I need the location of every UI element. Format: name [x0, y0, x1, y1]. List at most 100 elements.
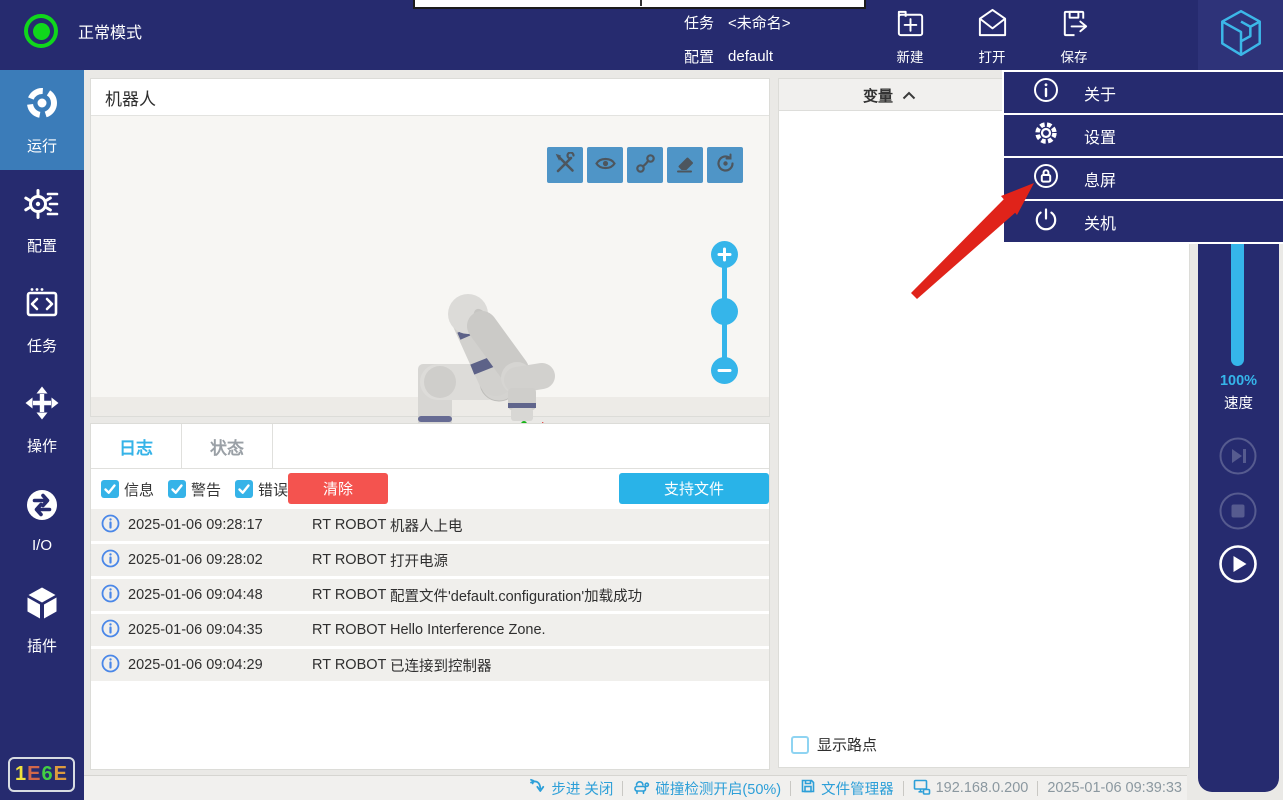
- log-entry-row[interactable]: 2025-01-06 09:04:35 RT ROBOT Hello Inter…: [91, 614, 769, 646]
- open-task-label: 打开: [979, 46, 1006, 66]
- step-mode-status[interactable]: 步进 关闭: [529, 778, 613, 799]
- checkbox-checked-icon: [235, 480, 253, 498]
- info-icon: [101, 654, 120, 677]
- log-entry-row[interactable]: 2025-01-06 09:04:48 RT ROBOT 配置文件'defaul…: [91, 579, 769, 611]
- info-circle-icon: [1032, 76, 1060, 109]
- task-value: <未命名>: [728, 12, 791, 33]
- log-time: 2025-01-06 09:28:02: [128, 552, 312, 568]
- log-time: 2025-01-06 09:28:17: [128, 517, 312, 533]
- log-entry-row[interactable]: 2025-01-06 09:04:29 RT ROBOT 已连接到控制器: [91, 649, 769, 681]
- checkbox-checked-icon: [168, 480, 186, 498]
- sidebar-item-label: 任务: [27, 335, 57, 356]
- zoom-in-button[interactable]: [711, 241, 738, 268]
- network-icon: [913, 778, 931, 799]
- view-eraser-button[interactable]: [667, 147, 703, 183]
- brand-cube-icon: [1216, 7, 1266, 64]
- sidebar-item-operate[interactable]: 操作: [0, 370, 84, 470]
- sidebar-item-task[interactable]: 任务: [0, 270, 84, 370]
- sidebar-item-label: 插件: [27, 635, 57, 656]
- view-visibility-button[interactable]: [587, 147, 623, 183]
- menu-item-shutdown[interactable]: 关机: [1004, 201, 1283, 242]
- network-status[interactable]: 192.168.0.200: [913, 778, 1029, 799]
- sidebar-item-run[interactable]: 运行: [0, 70, 84, 170]
- view-tools-button[interactable]: [547, 147, 583, 183]
- collision-detection-status[interactable]: 碰撞检测开启(50%): [632, 778, 781, 799]
- zoom-out-button[interactable]: [711, 357, 738, 384]
- log-message: Hello Interference Zone.: [390, 622, 546, 638]
- filter-error-checkbox[interactable]: 错误: [235, 479, 288, 500]
- clear-log-button[interactable]: 清除: [288, 473, 388, 504]
- filter-label: 错误: [258, 479, 288, 500]
- view-waypoints-button[interactable]: [627, 147, 663, 183]
- save-icon: [1058, 7, 1091, 43]
- mode-label: 正常模式: [78, 19, 142, 43]
- top-bar: 正常模式 任务 <未命名> 配置 default 新建: [0, 0, 1283, 70]
- filter-label: 警告: [191, 479, 221, 500]
- tools-icon: [554, 152, 577, 178]
- log-source: RT ROBOT: [312, 552, 390, 568]
- info-icon: [101, 619, 120, 642]
- filter-warning-checkbox[interactable]: 警告: [168, 479, 221, 500]
- config-value: default: [728, 48, 773, 65]
- system-menu: 关于 设置 息屏 关机: [1002, 70, 1283, 244]
- stop-button[interactable]: [1218, 491, 1258, 531]
- speed-percent: 100%: [1198, 373, 1279, 389]
- menu-item-about[interactable]: 关于: [1004, 72, 1283, 113]
- robot-3d-viewport[interactable]: [91, 116, 769, 416]
- log-message: 机器人上电: [390, 515, 463, 536]
- eye-icon: [594, 152, 617, 178]
- operate-move-icon: [24, 385, 60, 426]
- divider: [903, 781, 904, 796]
- sidebar-item-configure[interactable]: 配置: [0, 170, 84, 270]
- log-entry-row[interactable]: 2025-01-06 09:28:02 RT ROBOT 打开电源: [91, 544, 769, 576]
- info-icon: [101, 549, 120, 572]
- file-manager-link[interactable]: 文件管理器: [800, 778, 894, 799]
- step-forward-button[interactable]: [1218, 436, 1258, 476]
- sidebar-item-plugin[interactable]: 插件: [0, 570, 84, 670]
- topbar-actions: 新建 打开 保存: [882, 6, 1102, 66]
- clipped-text-input[interactable]: [413, 0, 866, 9]
- info-icon: [101, 584, 120, 607]
- new-task-button[interactable]: 新建: [882, 6, 938, 66]
- zoom-slider-handle[interactable]: [711, 298, 738, 325]
- menu-item-screen-off[interactable]: 息屏: [1004, 158, 1283, 199]
- text-caret: [640, 0, 642, 6]
- badge-char: E: [54, 763, 68, 786]
- robot-mode-indicator: 正常模式: [24, 14, 142, 48]
- app-screen: 正常模式 任务 <未命名> 配置 default 新建: [0, 0, 1283, 800]
- view-toolbar: [547, 147, 743, 183]
- badge-char: 6: [42, 763, 54, 786]
- reset-view-icon: [714, 152, 737, 178]
- tab-status[interactable]: 状态: [182, 424, 273, 468]
- config-label: 配置: [684, 46, 714, 67]
- divider: [1037, 781, 1038, 796]
- variables-collapse-toggle[interactable]: 变量: [863, 79, 916, 111]
- chevron-up-icon: [902, 87, 916, 104]
- log-entry-row[interactable]: 2025-01-06 09:28:17 RT ROBOT 机器人上电: [91, 509, 769, 541]
- open-task-button[interactable]: 打开: [964, 6, 1020, 66]
- step-mode-label: 步进 关闭: [551, 778, 613, 799]
- robot-panel-title: 机器人: [91, 79, 769, 116]
- support-file-button[interactable]: 支持文件: [619, 473, 769, 504]
- menu-item-label: 关机: [1084, 210, 1116, 234]
- sidebar-item-io[interactable]: I/O: [0, 470, 84, 570]
- system-clock: 2025-01-06 09:39:33: [1047, 780, 1182, 796]
- brand-logo-tile[interactable]: [1198, 0, 1283, 70]
- view-reset-button[interactable]: [707, 147, 743, 183]
- filter-info-checkbox[interactable]: 信息: [101, 479, 154, 500]
- log-source: RT ROBOT: [312, 657, 390, 673]
- divider: [622, 781, 623, 796]
- filter-label: 信息: [124, 479, 154, 500]
- tab-log[interactable]: 日志: [91, 424, 182, 468]
- play-button[interactable]: [1218, 544, 1258, 584]
- badge-char: E: [27, 763, 41, 786]
- run-icon: [24, 85, 60, 126]
- show-waypoints-checkbox[interactable]: 显示路点: [791, 734, 877, 755]
- menu-item-settings[interactable]: 设置: [1004, 115, 1283, 156]
- step-icon: [529, 778, 546, 799]
- log-message: 配置文件'default.configuration'加载成功: [390, 585, 642, 606]
- sidebar-item-label: 运行: [27, 135, 57, 156]
- variables-title: 变量: [863, 85, 893, 106]
- save-task-button[interactable]: 保存: [1046, 6, 1102, 66]
- log-message: 打开电源: [390, 550, 448, 571]
